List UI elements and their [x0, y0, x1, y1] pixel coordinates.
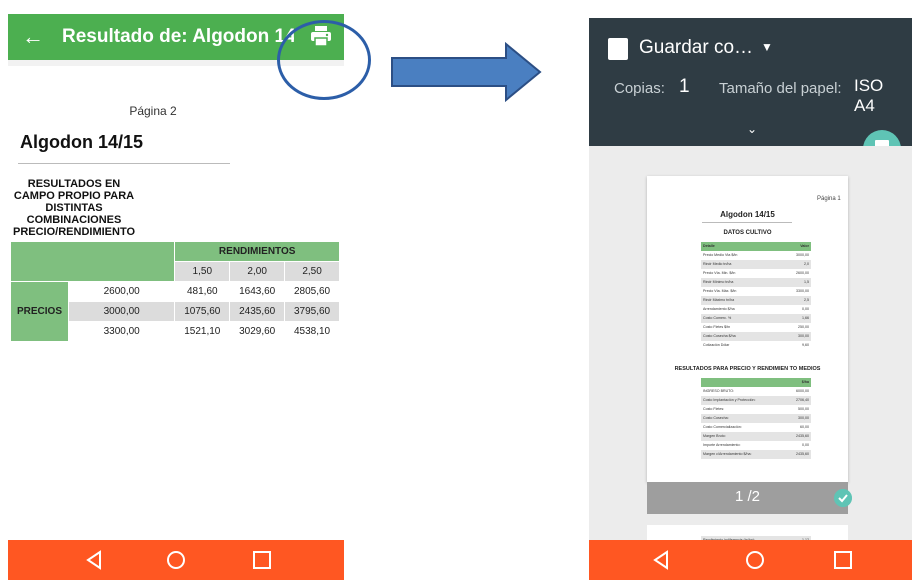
price-cell: 3300,00: [67, 321, 176, 342]
tutorial-composite: ← Resultado de: Algodon 14… Página 2 Alg…: [0, 0, 912, 580]
table-row: Rindr Mínimo tn/ha 1,5: [701, 278, 811, 287]
report-page: Página 2 Algodon 14/15 RESULTADOS EN CAM…: [8, 66, 344, 540]
table-row: Margen Bruto: 2435,60: [701, 432, 811, 441]
table-row: Precio Vta. Máx. $/tn 3300,00: [703, 289, 809, 293]
value-cell: 1075,60: [174, 301, 231, 322]
table-header-row: Detalle Valor: [701, 242, 811, 251]
price-cell: 3000,00: [67, 301, 176, 322]
table-row: PRECIOS 2600,00 481,60 1643,60 2805,60: [10, 281, 340, 342]
screen-title: Resultado de: Algodon 14…: [62, 26, 294, 47]
value-cell: 2435,60: [229, 301, 286, 322]
nav-back-icon[interactable]: [651, 550, 671, 570]
report-subtitle: RESULTADOS EN CAMPO PROPIO PARA DISTINTA…: [12, 178, 136, 238]
preview-divider: [702, 222, 792, 223]
results-table: $/ha INGRESO BRUTO: 6000,00 Costo Implantac…: [701, 378, 811, 459]
table-row: Precio Vta. Min. $/tn 2600,00: [703, 271, 809, 275]
print-dialog-screen: Guardar co… ▼ Copias: 1 Tamaño del papel…: [589, 18, 912, 580]
table-row: Costo Comercialización: 60,00: [703, 425, 809, 429]
nav-home-icon[interactable]: [166, 550, 186, 570]
nav-recents-icon[interactable]: [833, 550, 853, 570]
page-indicator: 1 /2: [734, 488, 761, 505]
yield-column-header: 2,00: [229, 261, 286, 282]
right-arrow-icon: [391, 42, 542, 102]
value-cell: 1521,10: [174, 321, 231, 342]
paper-size-label: Tamaño del papel:: [719, 80, 842, 97]
table-header-row: $/ha: [701, 378, 811, 387]
yield-column-header: 2,50: [284, 261, 340, 282]
table-row: Cotización Dólar 9,60: [703, 343, 809, 347]
copies-field[interactable]: 1: [679, 76, 690, 98]
value-cell: 2805,60: [284, 281, 340, 302]
check-icon[interactable]: [834, 489, 852, 507]
printer-selector[interactable]: Guardar co…: [639, 36, 753, 60]
preview-page-number: Página 1: [817, 196, 841, 202]
nav-recents-icon[interactable]: [252, 550, 272, 570]
arrow-left-icon[interactable]: ←: [22, 22, 44, 52]
price-cell: 2600,00: [67, 281, 176, 302]
paper-size-select[interactable]: ISO A4: [854, 76, 894, 116]
yield-column-header: 1,50: [174, 261, 231, 282]
highlight-circle: [277, 20, 371, 100]
chevron-down-icon[interactable]: ▼: [761, 40, 773, 54]
preview-section-title: RESULTADOS PARA PRECIO Y RENDIMIEN TO ME…: [674, 366, 821, 372]
page-preview[interactable]: Página 1 Algodon 14/15 DATOS CULTIVO Det…: [647, 176, 848, 482]
page-number: Página 2: [129, 104, 177, 118]
price-yield-table: RENDIMIENTOS 1,50 2,00 2,50 PRECIOS 2600…: [9, 241, 340, 342]
table-row: Precio Medio Vta $/tn 3000,00: [703, 253, 809, 257]
row-group-label: PRECIOS: [10, 281, 69, 342]
table-row: Margen c/Arrendamiento $/ha: 2435,60: [701, 450, 811, 459]
value-cell: 4538,10: [284, 321, 340, 342]
nav-home-icon[interactable]: [745, 550, 765, 570]
value-cell: 481,60: [174, 281, 231, 302]
table-row: Rindr Máximo tn/ha 2,5: [701, 296, 811, 305]
expand-options-icon[interactable]: ⌄: [747, 122, 757, 136]
table-row: Costo Fletes: 500,00: [703, 407, 809, 411]
preview-section-title: DATOS CULTIVO: [723, 230, 772, 236]
table-row: Rindr Medio tn/ha 2,0: [701, 260, 811, 269]
table-header: RENDIMIENTOS: [174, 241, 340, 262]
value-cell: 1643,60: [229, 281, 286, 302]
crop-data-table: Detalle Valor Precio Medio Vta $/tn 3000,00…: [701, 242, 811, 350]
value-cell: 3795,60: [284, 301, 340, 322]
pdf-download-icon: [608, 38, 628, 60]
nav-back-icon[interactable]: [84, 550, 104, 570]
preview-title: Algodon 14/15: [720, 210, 775, 219]
table-corner: [9, 241, 176, 282]
value-cell: 3029,60: [229, 321, 286, 342]
print-options-header: Guardar co… ▼ Copias: 1 Tamaño del papel…: [589, 18, 912, 146]
table-row: Importe Arrendamiento: 0,00: [703, 443, 809, 447]
report-screen: ← Resultado de: Algodon 14… Página 2 Alg…: [8, 14, 344, 580]
page-indicator-bar: 1 /2: [647, 482, 852, 514]
system-nav-bar: [8, 540, 344, 580]
report-title: Algodon 14/15: [20, 132, 144, 152]
copies-label: Copias:: [614, 80, 665, 97]
table-row: Costo Fletes $/tn 250,00: [703, 325, 809, 329]
table-row: Costo Cosecha: 300,00: [701, 414, 811, 423]
table-row: Arrendamiento $/ha 0,00: [703, 307, 809, 311]
table-row: Costo Cosecha $/ha 300,00: [701, 332, 811, 341]
system-nav-bar: [589, 540, 912, 580]
table-row: INGRESO BRUTO: 6000,00: [703, 389, 809, 393]
table-row: Costo Comerc. % 1,66: [701, 314, 811, 323]
title-divider: [18, 163, 230, 164]
table-row: Costo Implantación y Protección: 2706,40: [701, 396, 811, 405]
